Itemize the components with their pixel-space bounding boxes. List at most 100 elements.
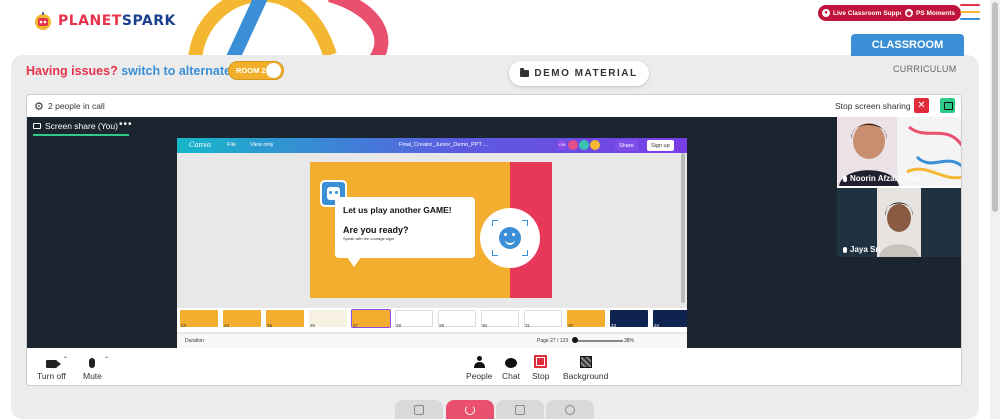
zoom-slider [575,340,623,342]
toggle-knob [266,63,281,78]
camera-icon [45,360,61,368]
camera-icon: ◉ [905,9,913,17]
avatar [590,140,600,150]
logo-text: PLANETSPARK [58,13,176,29]
slide-thumbnails: 23 24 25 26 27 28 29 30 31 32 33 34 [177,308,687,332]
scrollbar-thumb[interactable] [992,2,998,212]
screen-share-icon[interactable] [940,98,955,113]
participant-tile-jaya[interactable]: Jaya Sri [837,188,961,257]
canva-file-menu: File [227,142,236,148]
thumbnail-number: 24 [224,323,230,328]
thumbnail-number: 25 [267,323,273,328]
fullscreen-button[interactable] [395,400,443,419]
thumbnail-number: 28 [396,323,402,328]
participant-name: Noorin Afzal (You) [843,174,919,183]
planetspark-logo[interactable]: PLANETSPARK [32,10,176,32]
tab-classroom[interactable]: CLASSROOM [851,34,964,56]
chevron-down-icon[interactable]: ⌄ [63,353,68,360]
stop-share-icon [534,355,548,368]
more-options-icon[interactable]: ••• [119,119,133,130]
slide-subtitle: Speak with the courage sign! [343,236,395,241]
canva-signup-button: Sign up [647,140,674,151]
mic-icon [843,246,847,253]
corner-mark [522,250,528,256]
canva-footer: Duration Page 27 / 123 38% [177,334,687,348]
canva-avatars: +26 [557,140,600,150]
participant-tile-noorin[interactable]: Noorin Afzal (You) [837,117,961,186]
chat-button[interactable]: Chat [502,354,520,381]
monitor-icon [33,123,41,129]
people-button[interactable]: People [466,354,492,381]
thumbnail-number: 31 [525,323,531,328]
screen-button[interactable] [496,400,544,419]
ps-moments-button[interactable]: ◉ PS Moments [901,5,962,21]
thumbnail-number: 32 [568,323,574,328]
shared-screen[interactable]: Canva File View only Final_Creator_Junio… [177,138,687,348]
corner-mark [492,250,498,256]
mic-icon [89,358,96,368]
demo-material-label: DEMO MATERIAL [534,68,638,79]
tile-empty-area [837,257,961,348]
screen-share-tab-label: Screen share (You) [45,121,118,131]
slide-question: Let us play another GAME! [343,205,452,215]
room-toggle[interactable]: ROOM 2 [228,61,284,80]
thumbnail-number: 30 [482,323,488,328]
canva-toolbar: Canva File View only Final_Creator_Junio… [177,138,687,153]
live-classroom-support-button[interactable]: ● Live Classroom Support [818,5,915,21]
avatar [568,140,578,150]
video-call-window: ⚙ 2 people in call Stop screen sharing ✕… [26,94,962,386]
thumbnail-number: 34 [654,323,660,328]
turn-off-camera-button[interactable]: Turn off [37,354,66,381]
duration-label: Duration [185,338,204,344]
issues-prefix: Having issues? [26,64,118,78]
stop-sharing-label: Stop screen sharing [835,101,911,111]
canva-doc-title: Final_Creator_Junior_Demo_PPT ... [399,142,488,148]
thumbnail-number: 27 [353,323,359,328]
stop-share-button[interactable]: Stop [532,354,550,381]
chevron-down-icon[interactable]: ⌄ [104,353,109,360]
turn-off-label: Turn off [37,371,66,381]
mute-button[interactable]: Mute [83,354,102,381]
demo-material-button[interactable]: DEMO MATERIAL [509,61,649,86]
page-scrollbar[interactable] [990,0,1000,419]
fullscreen-icon [414,404,424,415]
hamburger-menu-icon[interactable] [960,4,980,20]
mute-label: Mute [83,371,102,381]
call-controls: Turn off ⌄ Mute ⌄ People Chat Stop Backg… [27,348,961,385]
thumbnail-number: 33 [611,323,617,328]
thumbnail-number: 23 [181,323,187,328]
smile-face-icon [480,208,540,268]
robot-logo-icon [35,12,51,30]
people-count: 2 people in call [48,101,105,111]
background-button[interactable]: Background [563,354,608,381]
page-indicator: Page 27 / 123 [537,338,569,344]
live-support-label: Live Classroom Support [833,9,909,17]
palette-button[interactable] [546,400,594,419]
gear-icon[interactable]: ⚙ [34,100,44,113]
people-icon [473,356,485,368]
room-label: ROOM 2 [236,66,266,75]
zoom-level: 38% [624,338,635,344]
stop-label: Stop [532,371,550,381]
stop-sharing-button[interactable]: ✕ [914,98,929,113]
mic-icon [843,175,847,182]
people-label: People [466,371,493,381]
participant-name: Jaya Sri [843,245,881,254]
thumbnail-number: 29 [439,323,445,328]
ps-moments-label: PS Moments [916,9,956,17]
chat-icon [504,358,517,368]
canva-logo: Canva [189,141,212,149]
thumbnail-number: 26 [310,323,316,328]
tab-curriculum[interactable]: CURRICULUM [893,64,957,74]
slide-ready: Are you ready? [343,225,409,235]
screen-share-tab[interactable]: Screen share (You) [33,121,118,131]
background-label: Background [563,371,609,381]
end-class-button[interactable] [446,400,494,419]
power-icon [465,404,475,415]
corner-mark [492,220,498,226]
canva-share-button: Share [615,140,638,151]
call-header: ⚙ 2 people in call Stop screen sharing ✕ [27,95,961,117]
palette-icon [565,404,575,415]
folder-icon [520,68,530,77]
chat-label: Chat [502,371,520,381]
